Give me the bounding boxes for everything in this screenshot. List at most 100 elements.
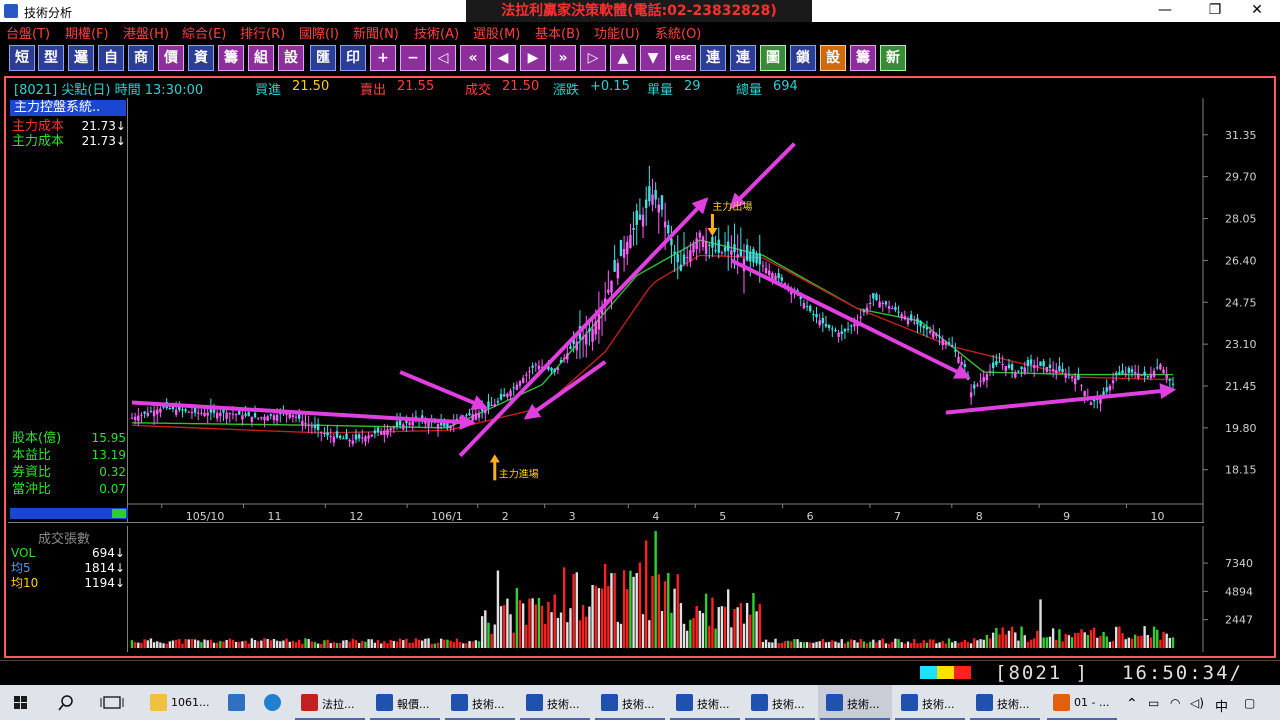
toolbar-print-button[interactable]: 印 bbox=[340, 45, 366, 71]
taskbar-app-12[interactable]: 技術... bbox=[968, 685, 1042, 720]
taskbar-app-1[interactable] bbox=[220, 685, 254, 720]
exit-label: 主力出場 bbox=[712, 200, 752, 213]
toolbar-price-button[interactable]: 價 bbox=[158, 45, 184, 71]
volume-bar bbox=[670, 612, 673, 648]
toolbar-link2-button[interactable]: 連 bbox=[730, 45, 756, 71]
volume-icon[interactable]: ◁) bbox=[1190, 696, 1204, 710]
taskbar-app-4[interactable]: 報價... bbox=[368, 685, 442, 720]
toolbar-commodity-button[interactable]: 商 bbox=[128, 45, 154, 71]
candle-body bbox=[247, 412, 250, 417]
toolbar-settings-button[interactable]: 設 bbox=[278, 45, 304, 71]
zoom-in-button[interactable]: + bbox=[370, 45, 396, 71]
volume-bar bbox=[954, 640, 957, 648]
candle-body bbox=[156, 409, 159, 415]
candle-body bbox=[553, 368, 556, 373]
volume-bar bbox=[137, 642, 140, 648]
toolbar-pattern-button[interactable]: 型 bbox=[38, 45, 64, 71]
toolbar-capital-button[interactable]: 資 bbox=[188, 45, 214, 71]
volume-bar bbox=[629, 570, 632, 648]
candle-body bbox=[875, 294, 878, 300]
change-value: +0.15 bbox=[590, 79, 630, 94]
toolbar-short-button[interactable]: 短 bbox=[9, 45, 35, 71]
toolbar-new-button[interactable]: 新 bbox=[880, 45, 906, 71]
scroll-up-icon[interactable]: ▲ bbox=[610, 45, 636, 71]
maximize-button[interactable]: ❐ bbox=[1192, 0, 1238, 22]
fast-back-icon[interactable]: « bbox=[460, 45, 486, 71]
escape-button[interactable]: esc bbox=[670, 45, 696, 71]
volume-bar bbox=[925, 642, 929, 648]
candle-body bbox=[827, 324, 831, 328]
toolbar-chips2-button[interactable]: 籌 bbox=[850, 45, 876, 71]
panel-scroll-thumb[interactable] bbox=[112, 509, 126, 518]
toolbar-logic-button[interactable]: 邏 bbox=[68, 45, 94, 71]
battery-icon[interactable]: ▭ bbox=[1148, 696, 1159, 710]
chart-app-icon bbox=[376, 694, 393, 711]
wifi-icon[interactable]: ◠ bbox=[1170, 696, 1180, 710]
volume-bar bbox=[745, 603, 749, 648]
volume-bar bbox=[938, 642, 941, 648]
panel-scroll-strip[interactable] bbox=[10, 508, 128, 519]
scroll-left-icon[interactable]: ◁ bbox=[430, 45, 456, 71]
candle-body bbox=[950, 344, 954, 347]
taskbar-app-11[interactable]: 技術... bbox=[893, 685, 967, 720]
volume-bar bbox=[840, 639, 843, 648]
taskbar-app-13[interactable]: 01 - ... bbox=[1045, 685, 1119, 720]
close-button[interactable]: ✕ bbox=[1234, 0, 1280, 22]
candlestick-chart[interactable]: 31.35 29.70 28.05 26.40 24.75 23.10 21.45 19.80… bbox=[128, 98, 1276, 522]
candle-body bbox=[969, 392, 973, 398]
zoom-out-button[interactable]: − bbox=[400, 45, 426, 71]
candle-body bbox=[973, 384, 976, 389]
minimize-button[interactable]: — bbox=[1142, 0, 1188, 22]
candle-body bbox=[490, 405, 493, 407]
tray-chevron-icon[interactable]: ⌃ bbox=[1126, 696, 1138, 712]
volume-bar bbox=[682, 623, 686, 648]
volume-bar bbox=[477, 641, 481, 648]
volume-bar bbox=[348, 641, 351, 648]
toolbar-custom-button[interactable]: 自 bbox=[98, 45, 124, 71]
toolbar-export-button[interactable]: 匯 bbox=[310, 45, 336, 71]
taskbar-app-5[interactable]: 技術... bbox=[443, 685, 517, 720]
notification-icon[interactable]: ▢ bbox=[1244, 696, 1255, 710]
candle-body bbox=[525, 374, 528, 376]
volume-bar bbox=[818, 641, 821, 648]
search-button[interactable] bbox=[46, 685, 86, 720]
candle-body bbox=[329, 436, 332, 438]
taskbar-app-9[interactable]: 技術... bbox=[743, 685, 817, 720]
candle-body bbox=[1004, 365, 1008, 372]
taskbar-app-7[interactable]: 技術... bbox=[593, 685, 667, 720]
office-icon bbox=[1053, 694, 1070, 711]
taskbar-app-2[interactable] bbox=[256, 685, 290, 720]
volume-bar bbox=[566, 622, 569, 648]
toolbar-group-button[interactable]: 組 bbox=[248, 45, 274, 71]
candle-body bbox=[367, 435, 370, 439]
toolbar-chart-icon[interactable]: 圖 bbox=[760, 45, 786, 71]
fast-forward-icon[interactable]: » bbox=[550, 45, 576, 71]
indicator-panel-title[interactable]: 主力控盤系統.. bbox=[10, 100, 126, 116]
start-button[interactable] bbox=[0, 685, 42, 720]
candle-body bbox=[805, 306, 809, 308]
volume-bar bbox=[900, 642, 903, 648]
step-forward-icon[interactable]: ▶ bbox=[520, 45, 546, 71]
ime-indicator[interactable]: 中 bbox=[1215, 696, 1228, 715]
step-back-icon[interactable]: ◀ bbox=[490, 45, 516, 71]
taskbar-app-3[interactable]: 法拉... bbox=[293, 685, 367, 720]
volume-bar bbox=[859, 638, 862, 648]
toolbar-link-button[interactable]: 連 bbox=[700, 45, 726, 71]
task-view-button[interactable] bbox=[92, 685, 132, 720]
current-stock-code[interactable]: [8021 ] bbox=[995, 662, 1089, 684]
volume-bar bbox=[692, 617, 695, 648]
taskbar-app-0[interactable]: 1061... bbox=[142, 685, 216, 720]
taskbar-app-6[interactable]: 技術... bbox=[518, 685, 592, 720]
toolbar-setup-button[interactable]: 設 bbox=[820, 45, 846, 71]
volume-bar bbox=[402, 640, 405, 648]
scroll-down-icon[interactable]: ▼ bbox=[640, 45, 666, 71]
volume-chart[interactable]: 7340 4894 2447 bbox=[128, 526, 1276, 652]
scroll-right-icon[interactable]: ▷ bbox=[580, 45, 606, 71]
taskbar-app-8[interactable]: 技術... bbox=[668, 685, 742, 720]
candle-body bbox=[686, 257, 689, 259]
candle-body bbox=[480, 408, 484, 411]
volume-bar bbox=[326, 639, 329, 648]
toolbar-chips-button[interactable]: 籌 bbox=[218, 45, 244, 71]
lock-icon[interactable]: 鎖 bbox=[790, 45, 816, 71]
taskbar-app-10[interactable]: 技術... bbox=[818, 685, 892, 720]
